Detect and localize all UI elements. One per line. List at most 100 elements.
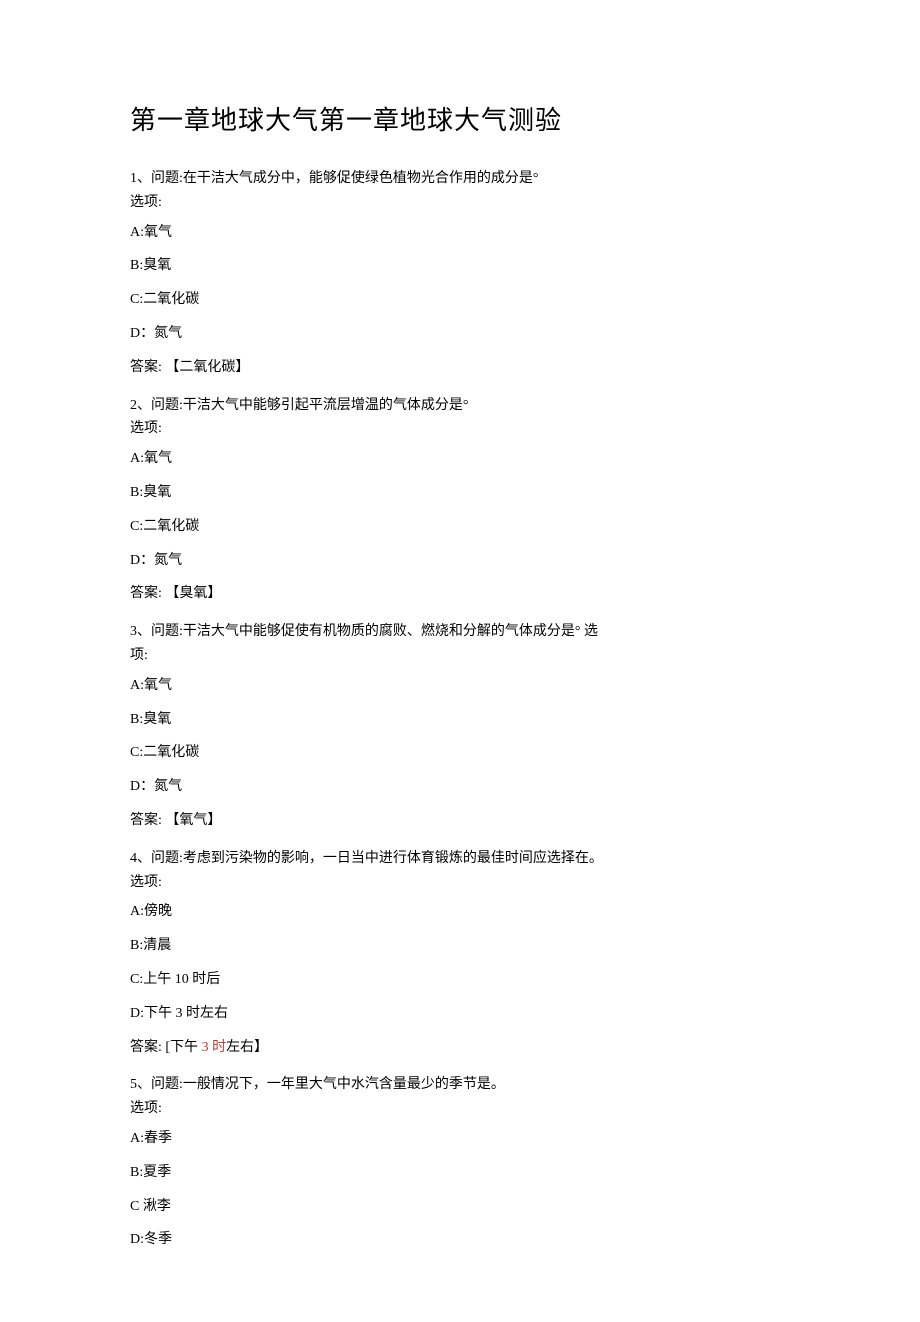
- option-key: C:: [130, 292, 143, 307]
- question-line: 5、问题:一般情况下，一年里大气中水汽含量最少的季节是。: [130, 1073, 790, 1097]
- option-a: A:傍晚: [130, 900, 790, 924]
- answer-prefix: 答案:: [130, 360, 162, 375]
- question-text: 考虑到污染物的影响，一日当中进行体育锻炼的最佳时间应选择在。: [183, 851, 603, 866]
- question-text: 一般情况下，一年里大气中水汽含量最少的季节是。: [183, 1077, 505, 1092]
- option-value: 氧气: [144, 451, 172, 466]
- option-key: D：: [130, 326, 154, 341]
- option-key: B:: [130, 258, 143, 273]
- option-c: C:二氧化碳: [130, 515, 790, 539]
- question-line: 1、问题:在干洁大气成分中，能够促使绿色植物光合作用的成分是°: [130, 167, 790, 191]
- options-label: 项:: [130, 644, 790, 668]
- question-block: 3、问题:干洁大气中能够促使有机物质的腐败、燃烧和分解的气体成分是° 选 项: …: [130, 620, 790, 833]
- options-label: 选项:: [130, 417, 790, 441]
- answer-line: 答案: [下午 3 时左右】: [130, 1036, 790, 1060]
- options-label: 选项:: [130, 1097, 790, 1121]
- option-key: C:: [130, 745, 143, 760]
- option-b: B:臭氧: [130, 254, 790, 278]
- option-value: 臭氧: [143, 258, 171, 273]
- question-label: 问题:: [151, 171, 183, 186]
- question-block: 5、问题:一般情况下，一年里大气中水汽含量最少的季节是。 选项: A:春季 B:…: [130, 1073, 790, 1252]
- option-value: 二氧化碳: [143, 745, 199, 760]
- option-key: C:: [130, 519, 143, 534]
- options-label: 选项:: [130, 191, 790, 215]
- question-block: 4、问题:考虑到污染物的影响，一日当中进行体育锻炼的最佳时间应选择在。 选项: …: [130, 847, 790, 1060]
- option-value: 下午 3 时左右: [144, 1006, 228, 1021]
- question-line: 3、问题:干洁大气中能够促使有机物质的腐败、燃烧和分解的气体成分是° 选: [130, 620, 790, 644]
- option-value: 夏季: [143, 1165, 171, 1180]
- page-title: 第一章地球大气第一章地球大气测验: [130, 100, 790, 137]
- option-a: A:氧气: [130, 674, 790, 698]
- option-key: A:: [130, 1131, 144, 1146]
- question-text: 干洁大气中能够引起平流层增温的气体成分是°: [183, 398, 469, 413]
- option-value: 清晨: [143, 938, 171, 953]
- question-line: 2、问题:干洁大气中能够引起平流层增温的气体成分是°: [130, 394, 790, 418]
- option-b: B:夏季: [130, 1161, 790, 1185]
- options-label: 选项:: [130, 871, 790, 895]
- option-value: 臭氧: [143, 485, 171, 500]
- option-key: A:: [130, 678, 144, 693]
- option-value: 湫李: [143, 1199, 171, 1214]
- option-d: D：氮气: [130, 775, 790, 799]
- option-value: 氮气: [154, 553, 182, 568]
- option-b: B:臭氧: [130, 481, 790, 505]
- option-c: C:二氧化碳: [130, 288, 790, 312]
- answer-prefix: 答案:: [130, 813, 162, 828]
- option-key: B:: [130, 938, 143, 953]
- question-label: 问题:: [151, 624, 183, 639]
- question-block: 1、问题:在干洁大气成分中，能够促使绿色植物光合作用的成分是° 选项: A:氧气…: [130, 167, 790, 380]
- option-c: C:二氧化碳: [130, 741, 790, 765]
- question-number: 1、: [130, 171, 151, 186]
- option-key: A:: [130, 904, 144, 919]
- option-value: 傍晚: [144, 904, 172, 919]
- option-key: A:: [130, 451, 144, 466]
- answer-prefix: 答案: [下午: [130, 1040, 198, 1055]
- option-key: C: [130, 1199, 143, 1214]
- option-value: 氮气: [154, 326, 182, 341]
- option-key: D：: [130, 553, 154, 568]
- option-b: B:清晨: [130, 934, 790, 958]
- option-a: A:春季: [130, 1127, 790, 1151]
- option-b: B:臭氧: [130, 708, 790, 732]
- option-value: 氧气: [144, 678, 172, 693]
- answer-highlight: 3 时: [198, 1040, 226, 1055]
- answer-value: 【臭氧】: [165, 586, 221, 601]
- option-value: 春季: [144, 1131, 172, 1146]
- option-d: D:下午 3 时左右: [130, 1002, 790, 1026]
- question-label: 问题:: [151, 398, 183, 413]
- question-label: 问题:: [151, 1077, 183, 1092]
- option-value: 二氧化碳: [143, 292, 199, 307]
- question-text: 在干洁大气成分中，能够促使绿色植物光合作用的成分是°: [183, 171, 539, 186]
- option-d: D：氮气: [130, 549, 790, 573]
- question-label: 问题:: [151, 851, 183, 866]
- option-a: A:氧气: [130, 221, 790, 245]
- option-key: C:: [130, 972, 143, 987]
- answer-line: 答案: 【臭氧】: [130, 582, 790, 606]
- option-key: B:: [130, 1165, 143, 1180]
- option-value: 氧气: [144, 225, 172, 240]
- question-number: 5、: [130, 1077, 151, 1092]
- option-key: B:: [130, 485, 143, 500]
- question-block: 2、问题:干洁大气中能够引起平流层增温的气体成分是° 选项: A:氧气 B:臭氧…: [130, 394, 790, 607]
- option-value: 上午 10 时后: [143, 972, 220, 987]
- answer-line: 答案: 【二氧化碳】: [130, 356, 790, 380]
- option-d: D：氮气: [130, 322, 790, 346]
- question-text: 干洁大气中能够促使有机物质的腐败、燃烧和分解的气体成分是° 选: [183, 624, 598, 639]
- answer-value: 【二氧化碳】: [165, 360, 249, 375]
- option-c: C:上午 10 时后: [130, 968, 790, 992]
- answer-value: 【氧气】: [165, 813, 221, 828]
- option-value: 氮气: [154, 779, 182, 794]
- option-value: 冬季: [144, 1232, 172, 1247]
- option-key: D:: [130, 1232, 144, 1247]
- option-value: 臭氧: [143, 712, 171, 727]
- document-page: 第一章地球大气第一章地球大气测验 1、问题:在干洁大气成分中，能够促使绿色植物光…: [0, 0, 920, 1322]
- option-key: B:: [130, 712, 143, 727]
- question-number: 3、: [130, 624, 151, 639]
- question-number: 4、: [130, 851, 151, 866]
- option-a: A:氧气: [130, 447, 790, 471]
- answer-prefix: 答案:: [130, 586, 162, 601]
- answer-line: 答案: 【氧气】: [130, 809, 790, 833]
- option-d: D:冬季: [130, 1228, 790, 1252]
- answer-suffix: 左右】: [226, 1040, 268, 1055]
- option-c: C 湫李: [130, 1195, 790, 1219]
- option-key: D:: [130, 1006, 144, 1021]
